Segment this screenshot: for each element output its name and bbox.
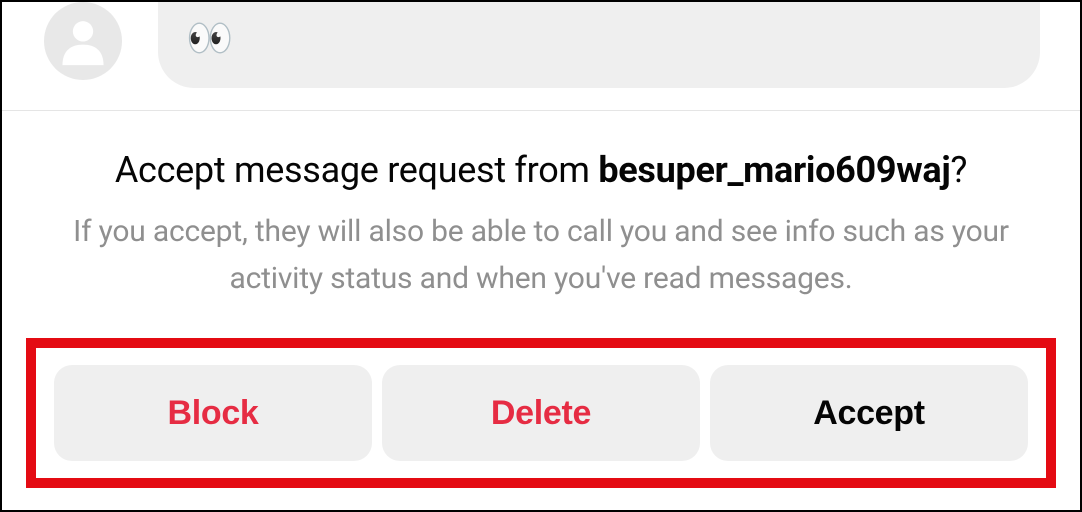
block-button[interactable]: Block xyxy=(54,365,372,461)
prompt-subtext: If you accept, they will also be able to… xyxy=(42,209,1040,302)
message-request-prompt: Accept message request from besuper_mari… xyxy=(2,111,1080,302)
requester-username: besuper_mario609waj xyxy=(598,149,950,191)
heading-prefix: Accept message request from xyxy=(115,149,598,191)
prompt-heading: Accept message request from besuper_mari… xyxy=(42,149,1040,191)
default-profile-icon xyxy=(54,12,112,70)
message-content: 👀 xyxy=(186,20,233,58)
chat-area: 👀 xyxy=(2,2,1080,111)
delete-button[interactable]: Delete xyxy=(382,365,700,461)
actions-highlight-annotation: Block Delete Accept xyxy=(26,338,1056,488)
heading-suffix: ? xyxy=(950,149,967,191)
accept-button[interactable]: Accept xyxy=(710,365,1028,461)
avatar[interactable] xyxy=(44,2,122,80)
message-bubble[interactable]: 👀 xyxy=(158,2,1040,88)
